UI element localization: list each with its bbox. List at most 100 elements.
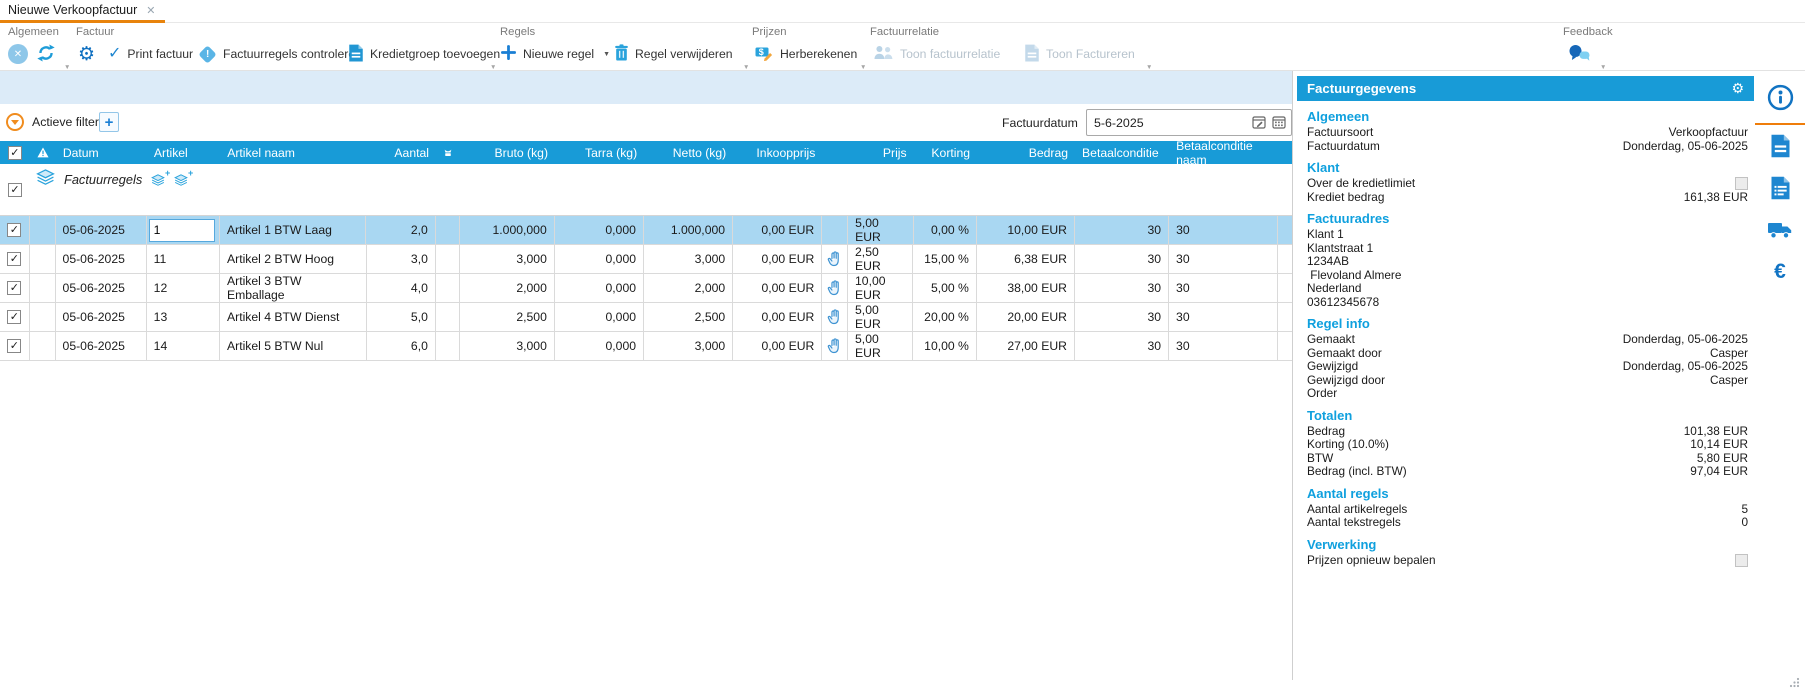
cell-tarra[interactable]: 0,000 — [555, 332, 644, 360]
cell-artikel_naam[interactable]: Artikel 3 BTW Emballage — [220, 274, 367, 302]
calendar-icon[interactable] — [1272, 115, 1286, 134]
cell-prijs[interactable]: 5,00 EUR — [848, 303, 914, 331]
strip-item-euro-icon[interactable]: € — [1755, 251, 1805, 293]
row-checkbox[interactable] — [7, 310, 22, 324]
cell-bedrag[interactable]: 38,00 EUR — [977, 274, 1075, 302]
nieuwe-regel-button[interactable]: Nieuwe regel ▼ — [500, 40, 610, 68]
cell-prijs[interactable]: 5,00 EUR — [848, 216, 914, 244]
invoice-line-row[interactable]: 05-06-2025 12 Artikel 3 BTW Emballage 4,0 2,… — [0, 274, 1292, 303]
cell-artikel_naam[interactable]: Artikel 1 BTW Laag — [220, 216, 367, 244]
cell-datum[interactable]: 05-06-2025 — [56, 303, 147, 331]
cell-bedrag[interactable]: 27,00 EUR — [977, 332, 1075, 360]
manual-price-hand-icon[interactable] — [822, 245, 849, 273]
column-header-korting[interactable]: Korting — [914, 141, 977, 164]
cell-aantal[interactable]: 4,0 — [367, 274, 436, 302]
column-header-betaalconditie[interactable]: Betaalconditie — [1075, 141, 1169, 164]
column-header-aantal[interactable]: Aantal — [367, 141, 436, 164]
cell-prijs[interactable]: 2,50 EUR — [848, 245, 914, 273]
column-header-bruto[interactable]: Bruto (kg) — [460, 141, 555, 164]
strip-item-delivery-truck-icon[interactable] — [1755, 209, 1805, 251]
cell-artikel[interactable]: 11 — [147, 245, 220, 273]
group-overflow-icon[interactable]: ▼ — [64, 64, 70, 71]
cell-artikel_naam[interactable]: Artikel 4 BTW Dienst — [220, 303, 367, 331]
cell-tarra[interactable]: 0,000 — [555, 303, 644, 331]
cell-tarra[interactable]: 0,000 — [555, 274, 644, 302]
group-row-factuurregels[interactable]: Factuurregels — [0, 164, 1292, 216]
cell-betaalconditie[interactable]: 30 — [1075, 274, 1170, 302]
calendar-edit-icon[interactable] — [1252, 115, 1266, 134]
cell-korting[interactable]: 10,00 % — [913, 332, 977, 360]
cell-warn[interactable] — [30, 245, 56, 273]
strip-item-document-icon[interactable] — [1755, 125, 1805, 167]
column-header-artikel[interactable]: Artikel — [147, 141, 220, 164]
warning-column-icon[interactable] — [30, 141, 56, 164]
cell-inkoopprijs[interactable]: 0,00 EUR — [733, 332, 823, 360]
row-checkbox[interactable] — [7, 281, 22, 295]
factuurregels-controleren-button[interactable]: ! Factuurregels controleren — [198, 40, 362, 68]
cell-korting[interactable]: 15,00 % — [913, 245, 977, 273]
cell-netto[interactable]: 2,500 — [644, 303, 734, 331]
column-header-prijs[interactable]: Prijs — [848, 141, 913, 164]
column-header-netto[interactable]: Netto (kg) — [644, 141, 733, 164]
cell-sel[interactable] — [0, 332, 30, 360]
cell-datum[interactable]: 05-06-2025 — [56, 245, 147, 273]
cell-netto[interactable]: 3,000 — [644, 245, 734, 273]
tab-close-icon[interactable]: ✕ — [146, 4, 155, 17]
row-checkbox[interactable] — [7, 339, 22, 353]
cell-sel[interactable] — [0, 303, 30, 331]
cell-betaalconditie_naam[interactable]: 30 — [1169, 216, 1278, 244]
group-overflow-icon[interactable]: ▼ — [490, 64, 496, 71]
cell-bruto[interactable]: 2,000 — [460, 274, 555, 302]
cell-betaalconditie[interactable]: 30 — [1075, 216, 1170, 244]
cell-bruto[interactable]: 3,000 — [460, 332, 555, 360]
column-header-tarra[interactable]: Tarra (kg) — [555, 141, 644, 164]
column-header-datum[interactable]: Datum — [56, 141, 147, 164]
cell-warn[interactable] — [30, 332, 56, 360]
settings-button[interactable]: ⚙ — [78, 40, 95, 68]
cell-korting[interactable]: 20,00 % — [913, 303, 977, 331]
cell-artikel_naam[interactable]: Artikel 5 BTW Nul — [220, 332, 367, 360]
cell-aantal[interactable]: 2,0 — [366, 216, 436, 244]
row-checkbox[interactable] — [7, 223, 22, 237]
invoice-line-row[interactable]: 05-06-2025 13 Artikel 4 BTW Dienst 5,0 2,500… — [0, 303, 1292, 332]
cell-korting[interactable]: 5,00 % — [913, 274, 977, 302]
cell-bruto[interactable]: 3,000 — [460, 245, 555, 273]
column-header-bedrag[interactable]: Bedrag — [977, 141, 1075, 164]
cell-sel[interactable] — [0, 216, 30, 244]
refresh-button[interactable] — [36, 40, 56, 68]
cell-netto[interactable]: 2,000 — [644, 274, 734, 302]
cell-inkoopprijs[interactable]: 0,00 EUR — [733, 245, 823, 273]
select-all-checkbox[interactable] — [7, 145, 22, 160]
tab-nieuwe-verkoopfactuur[interactable]: Nieuwe Verkoopfactuur ✕ — [0, 0, 166, 23]
cell-prijs[interactable]: 5,00 EUR — [848, 332, 914, 360]
invoice-line-row[interactable]: 05-06-2025 14 Artikel 5 BTW Nul 6,0 3,000 0,0… — [0, 332, 1292, 361]
cell-bruto[interactable]: 2,500 — [460, 303, 555, 331]
cell-artikel[interactable]: 14 — [147, 332, 220, 360]
filter-expander-icon[interactable] — [6, 113, 24, 131]
cell-hand[interactable] — [822, 216, 849, 244]
cell-betaalconditie_naam[interactable]: 30 — [1169, 274, 1278, 302]
cell-warn[interactable] — [30, 274, 56, 302]
regel-verwijderen-button[interactable]: Regel verwijderen — [614, 40, 733, 68]
print-factuur-button[interactable]: ✓ Print factuur — [108, 40, 193, 68]
cell-sel[interactable] — [0, 245, 30, 273]
cell-scale[interactable] — [436, 245, 460, 273]
cell-bedrag[interactable]: 10,00 EUR — [977, 216, 1075, 244]
column-header-sel[interactable] — [0, 141, 30, 164]
row-checkbox[interactable] — [7, 252, 22, 266]
cell-betaalconditie_naam[interactable]: 30 — [1169, 303, 1278, 331]
cell-inkoopprijs[interactable]: 0,00 EUR — [733, 274, 823, 302]
herberekenen-button[interactable]: $ Herberekenen — [755, 40, 857, 68]
cell-artikel[interactable]: 12 — [147, 274, 220, 302]
cell-betaalconditie[interactable]: 30 — [1075, 245, 1170, 273]
add-filter-button[interactable]: + — [99, 112, 119, 132]
group-overflow-icon[interactable]: ▼ — [860, 64, 866, 71]
cell-bedrag[interactable]: 6,38 EUR — [977, 245, 1075, 273]
cell-betaalconditie[interactable]: 30 — [1075, 303, 1170, 331]
cell-sel[interactable] — [0, 274, 30, 302]
cell-inkoopprijs[interactable]: 0,00 EUR — [733, 303, 823, 331]
strip-item-document-lines-icon[interactable] — [1755, 167, 1805, 209]
cell-betaalconditie_naam[interactable]: 30 — [1169, 332, 1278, 360]
cell-warn[interactable] — [30, 216, 56, 244]
manual-price-hand-icon[interactable] — [822, 303, 849, 331]
